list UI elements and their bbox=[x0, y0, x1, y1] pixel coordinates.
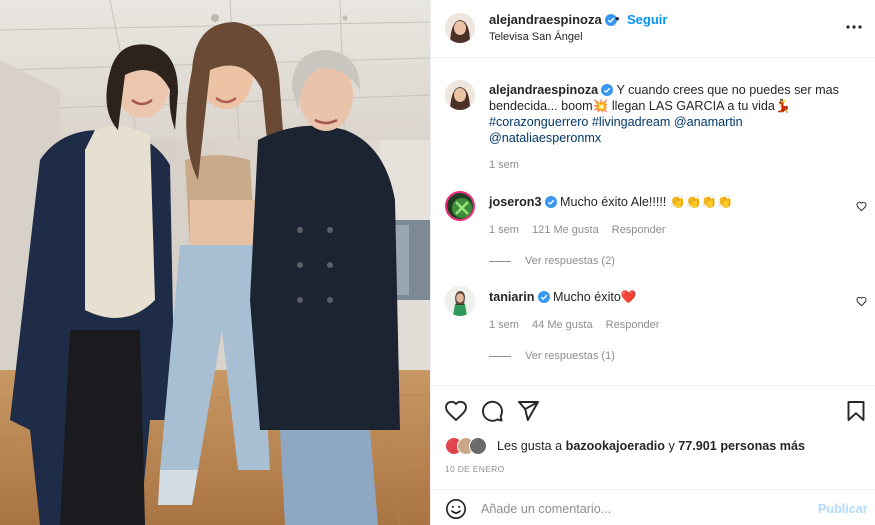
publish-button[interactable]: Publicar bbox=[818, 502, 868, 516]
liker-avatar bbox=[469, 437, 487, 455]
commenter-username[interactable]: taniarin bbox=[489, 290, 535, 304]
reply-button[interactable]: Responder bbox=[612, 224, 666, 236]
comment-meta: 1 sem 121 Me gusta Responder bbox=[489, 224, 676, 236]
caption-avatar[interactable] bbox=[445, 80, 475, 110]
caption-text: alejandraespinoza Y cuando crees que no … bbox=[489, 82, 859, 146]
comment-time[interactable]: 1 sem bbox=[489, 224, 519, 236]
post-photo-image bbox=[0, 0, 430, 525]
caption-body-2: llegan LAS GARCIA a tu vida bbox=[611, 99, 775, 113]
caption-username[interactable]: alejandraespinoza bbox=[489, 83, 598, 97]
post-date[interactable]: 10 DE ENERO bbox=[445, 464, 505, 474]
view-replies-button[interactable]: Ver respuestas (2) bbox=[489, 255, 615, 267]
comment-text: joseron3 Mucho éxito Ale!!!!! 👏👏👏👏 bbox=[489, 195, 733, 210]
comment-time[interactable]: 1 sem bbox=[489, 319, 519, 331]
commenter-avatar[interactable] bbox=[445, 191, 475, 221]
comment-input[interactable] bbox=[481, 498, 801, 520]
collision-emoji: 💥 bbox=[592, 99, 609, 113]
post-details-panel: alejandraespinoza • Seguir Televisa San … bbox=[430, 0, 875, 525]
comment-item: joseron3 Mucho éxito Ale!!!!! 👏👏👏👏 1 sem… bbox=[445, 191, 867, 281]
likes-summary[interactable]: Les gusta a bazookajoeradio y 77.901 per… bbox=[445, 436, 865, 456]
comment-like-icon[interactable] bbox=[856, 296, 867, 307]
bookmark-icon[interactable] bbox=[844, 399, 868, 423]
post-header: alejandraespinoza • Seguir Televisa San … bbox=[431, 0, 875, 58]
comment-item: taniarin Mucho éxito❤️ 1 sem 44 Me gusta… bbox=[445, 286, 867, 376]
caption-time[interactable]: 1 sem bbox=[489, 159, 519, 171]
author-avatar[interactable] bbox=[445, 13, 475, 43]
mention-link[interactable]: @anamartin bbox=[674, 115, 743, 129]
dancer-emoji: 💃 bbox=[774, 99, 791, 113]
location-link[interactable]: Televisa San Ángel bbox=[489, 31, 583, 43]
more-horizontal-icon[interactable] bbox=[845, 16, 863, 38]
commenter-avatar[interactable] bbox=[445, 286, 475, 316]
author-username[interactable]: alejandraespinoza bbox=[489, 12, 617, 27]
hashtag-link[interactable]: #livingadream bbox=[592, 115, 670, 129]
add-comment-bar: Publicar bbox=[431, 489, 875, 525]
comment-body: Mucho éxito bbox=[553, 290, 621, 304]
liker-username[interactable]: bazookajoeradio bbox=[566, 439, 665, 453]
view-replies-label: Ver respuestas (2) bbox=[525, 255, 615, 267]
comment-body: Mucho éxito Ale!!!!! bbox=[560, 195, 667, 209]
post-photo[interactable] bbox=[0, 0, 430, 525]
heart-icon[interactable] bbox=[444, 399, 468, 423]
comment-likes[interactable]: 44 Me gusta bbox=[532, 319, 593, 331]
comment-meta: 1 sem 44 Me gusta Responder bbox=[489, 319, 669, 331]
replies-line bbox=[489, 260, 511, 262]
commenter-username[interactable]: joseron3 bbox=[489, 195, 542, 209]
smiley-icon[interactable] bbox=[445, 498, 467, 520]
reply-button[interactable]: Responder bbox=[606, 319, 660, 331]
replies-line bbox=[489, 355, 511, 357]
likes-count[interactable]: 77.901 personas más bbox=[678, 439, 805, 453]
separator-dot: • bbox=[615, 11, 620, 26]
clapping-emoji: 👏👏👏👏 bbox=[669, 195, 733, 209]
comment-text: taniarin Mucho éxito❤️ bbox=[489, 290, 637, 305]
verified-icon bbox=[537, 291, 550, 303]
comment-like-icon[interactable] bbox=[856, 201, 867, 212]
paper-plane-icon[interactable] bbox=[516, 399, 540, 423]
likes-middle: y bbox=[668, 439, 675, 453]
verified-icon bbox=[544, 196, 557, 208]
likes-prefix: Les gusta a bbox=[497, 439, 563, 453]
view-replies-button[interactable]: Ver respuestas (1) bbox=[489, 350, 615, 362]
view-replies-label: Ver respuestas (1) bbox=[525, 350, 615, 362]
mention-link[interactable]: @nataliaesperonmx bbox=[489, 131, 601, 145]
comment-icon[interactable] bbox=[480, 399, 504, 423]
likes-text: Les gusta a bazookajoeradio y 77.901 per… bbox=[497, 439, 805, 453]
comment-likes[interactable]: 121 Me gusta bbox=[532, 224, 599, 236]
red-heart-emoji: ❤️ bbox=[620, 290, 637, 304]
verified-icon bbox=[601, 84, 614, 96]
follow-button[interactable]: Seguir bbox=[627, 12, 667, 27]
hashtag-link[interactable]: #corazonguerrero bbox=[489, 115, 588, 129]
